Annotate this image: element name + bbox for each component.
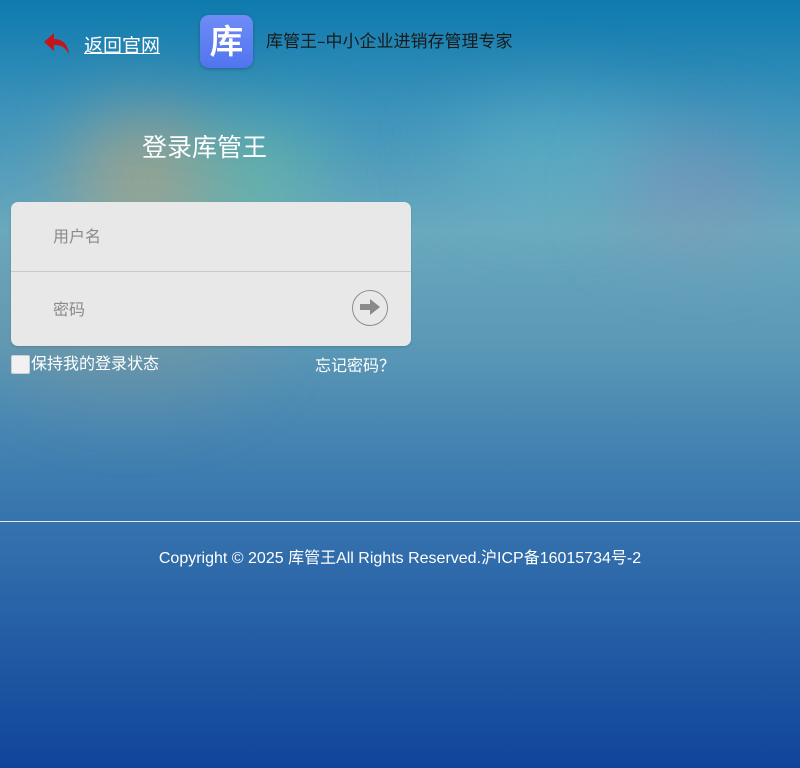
undo-arrow-icon bbox=[42, 30, 72, 58]
arrow-right-circle-icon bbox=[358, 297, 382, 320]
login-title: 登录库管王 bbox=[142, 133, 268, 162]
login-submit-button[interactable] bbox=[352, 290, 388, 326]
username-field-row bbox=[11, 202, 411, 272]
logo-text: 库 bbox=[210, 22, 243, 61]
login-form bbox=[11, 202, 411, 346]
background-glow bbox=[620, 130, 770, 250]
remember-me-checkbox[interactable] bbox=[11, 354, 30, 374]
password-input[interactable] bbox=[53, 273, 343, 346]
back-to-site-label: 返回官网 bbox=[84, 34, 161, 57]
header: 返回官网 库 库管王–中小企业进销存管理专家 bbox=[0, 0, 800, 84]
site-title: 库管王–中小企业进销存管理专家 bbox=[266, 32, 513, 52]
username-input[interactable] bbox=[53, 202, 343, 271]
logo: 库 bbox=[200, 15, 253, 68]
back-to-site-link[interactable]: 返回官网 bbox=[42, 30, 160, 58]
footer-divider bbox=[0, 521, 800, 522]
background-glow bbox=[450, 100, 670, 210]
remember-me-label: 保持我的登录状态 bbox=[31, 354, 160, 373]
remember-me[interactable]: 保持我的登录状态 bbox=[11, 354, 159, 374]
copyright-text: Copyright © 2025 库管王All Rights Reserved.… bbox=[158, 550, 642, 567]
forgot-password-link[interactable]: 忘记密码？ bbox=[315, 356, 395, 376]
password-field-row bbox=[11, 273, 411, 346]
